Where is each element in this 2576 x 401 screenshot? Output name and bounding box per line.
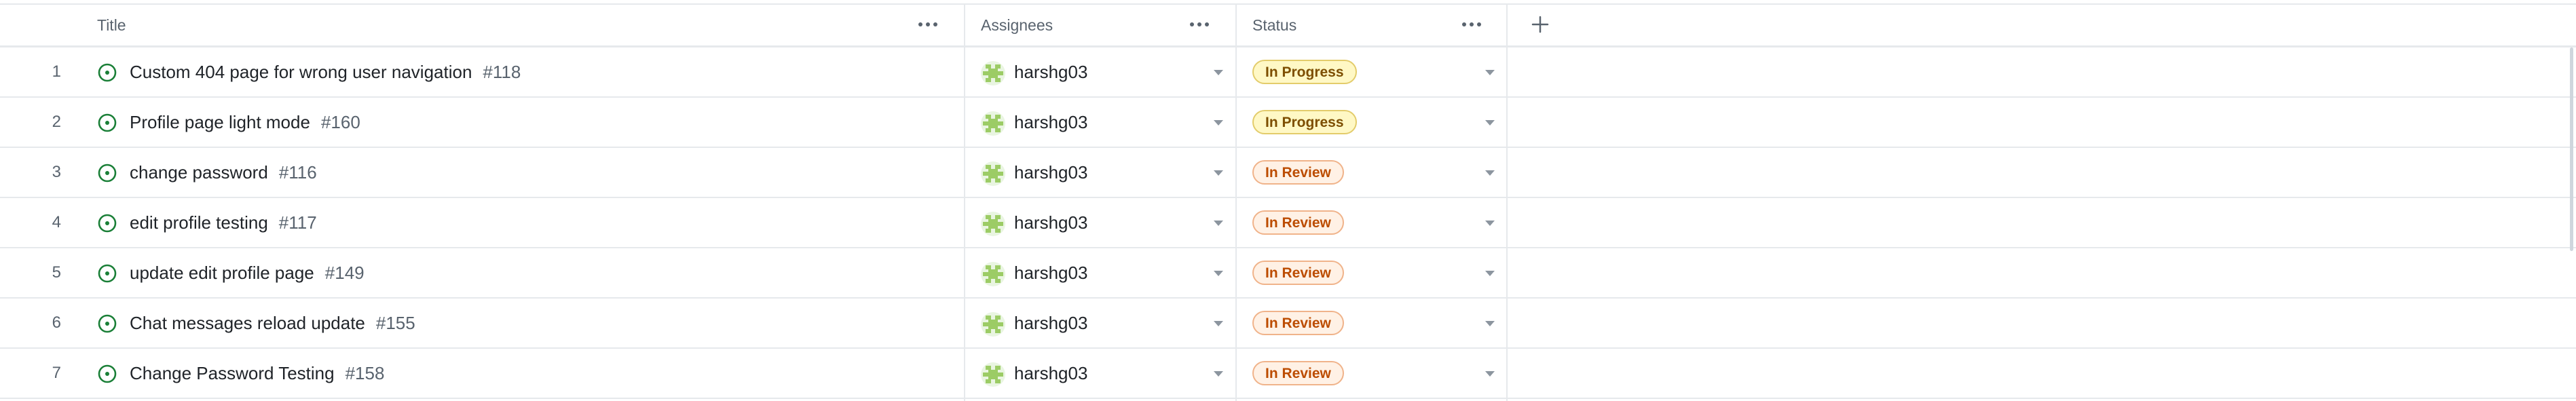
open-issue-icon [98, 314, 117, 333]
issue-title-link[interactable]: Profile page light mode [130, 112, 310, 132]
avatar [981, 362, 1005, 387]
issue-title-cell: edit profile testing #117 [130, 198, 317, 247]
vertical-scrollbar[interactable] [2570, 47, 2573, 251]
status-badge[interactable]: In Progress [1252, 110, 1357, 134]
row-number: 3 [52, 163, 61, 181]
avatar [981, 61, 1005, 85]
table-row[interactable]: 5 update edit profile page #149 harshg03 … [0, 248, 2576, 299]
open-issue-icon [98, 364, 117, 383]
column-header-title[interactable]: Title [97, 5, 912, 45]
open-issue-icon [98, 164, 117, 183]
status-badge[interactable]: In Review [1252, 311, 1344, 335]
issue-number: #158 [345, 363, 385, 383]
open-issue-icon [98, 214, 117, 233]
column-title-label: Title [97, 16, 126, 34]
assignee-name[interactable]: harshg03 [1014, 349, 1087, 398]
avatar [981, 111, 1005, 136]
chevron-down-icon[interactable] [1214, 371, 1223, 377]
issue-title-link[interactable]: update edit profile page [130, 263, 314, 283]
assignee-name[interactable]: harshg03 [1014, 148, 1087, 197]
status-badge[interactable]: In Review [1252, 261, 1344, 285]
avatar [981, 262, 1005, 286]
open-issue-icon [98, 264, 117, 283]
chevron-down-icon[interactable] [1485, 170, 1495, 176]
issue-number: #155 [375, 313, 415, 333]
row-number: 5 [52, 263, 61, 282]
issue-number: #149 [324, 263, 365, 283]
issue-title-link[interactable]: Change Password Testing [130, 363, 335, 383]
issue-title-cell: Custom 404 page for wrong user navigatio… [130, 47, 521, 96]
table-row[interactable]: 7 Change Password Testing #158 harshg03 I… [0, 349, 2576, 399]
column-header-assignees[interactable]: Assignees [981, 5, 1184, 45]
assignee-name[interactable]: harshg03 [1014, 98, 1087, 147]
column-status-label: Status [1252, 16, 1297, 34]
row-number: 4 [52, 213, 61, 231]
issue-number: #118 [483, 62, 521, 82]
add-field-plus-icon[interactable] [1530, 14, 1550, 35]
chevron-down-icon[interactable] [1214, 321, 1223, 326]
project-table: Title Assignees Status 1 Custom 404 page… [0, 0, 2576, 401]
chevron-down-icon[interactable] [1214, 120, 1223, 126]
table-row[interactable]: 1 Custom 404 page for wrong user navigat… [0, 47, 2576, 98]
issue-title-cell: Change Password Testing #158 [130, 349, 384, 398]
status-column-menu-icon[interactable] [1458, 14, 1485, 35]
issue-title-link[interactable]: Chat messages reload update [130, 313, 365, 333]
assignees-column-menu-icon[interactable] [1186, 14, 1213, 35]
column-assignees-label: Assignees [981, 16, 1053, 34]
column-header-status[interactable]: Status [1252, 5, 1456, 45]
issue-title-cell: Chat messages reload update #155 [130, 299, 415, 347]
open-issue-icon [98, 63, 117, 82]
chevron-down-icon[interactable] [1485, 271, 1495, 276]
status-badge[interactable]: In Review [1252, 160, 1344, 185]
assignee-name[interactable]: harshg03 [1014, 198, 1087, 247]
status-badge[interactable]: In Review [1252, 210, 1344, 235]
chevron-down-icon[interactable] [1485, 371, 1495, 377]
row-number: 7 [52, 364, 61, 382]
chevron-down-icon[interactable] [1214, 70, 1223, 75]
chevron-down-icon[interactable] [1485, 321, 1495, 326]
issue-number: #160 [320, 112, 360, 132]
chevron-down-icon[interactable] [1485, 70, 1495, 75]
table-row[interactable]: 2 Profile page light mode #160 harshg03 I… [0, 98, 2576, 148]
issue-title-cell: Profile page light mode #160 [130, 98, 360, 147]
issue-title-cell: update edit profile page #149 [130, 248, 365, 297]
avatar [981, 312, 1005, 337]
title-column-menu-icon[interactable] [914, 14, 941, 35]
assignee-name[interactable]: harshg03 [1014, 299, 1087, 347]
chevron-down-icon[interactable] [1485, 221, 1495, 226]
open-issue-icon [98, 113, 117, 132]
chevron-down-icon[interactable] [1485, 120, 1495, 126]
table-row[interactable]: 6 Chat messages reload update #155 harshg… [0, 299, 2576, 349]
chevron-down-icon[interactable] [1214, 170, 1223, 176]
status-badge[interactable]: In Progress [1252, 60, 1357, 84]
table-row[interactable]: 4 edit profile testing #117 harshg03 In R… [0, 198, 2576, 248]
issue-number: #117 [278, 212, 317, 233]
table-header: Title Assignees Status [0, 3, 2576, 47]
assignee-name[interactable]: harshg03 [1014, 47, 1087, 96]
issue-title-link[interactable]: edit profile testing [130, 212, 268, 233]
issue-title-cell: change password #116 [130, 148, 317, 197]
issue-title-link[interactable]: Custom 404 page for wrong user navigatio… [130, 62, 472, 82]
assignee-name[interactable]: harshg03 [1014, 248, 1087, 297]
chevron-down-icon[interactable] [1214, 221, 1223, 226]
table-row[interactable]: 3 change password #116 harshg03 In Review [0, 148, 2576, 198]
chevron-down-icon[interactable] [1214, 271, 1223, 276]
row-number: 2 [52, 113, 61, 131]
status-badge[interactable]: In Review [1252, 361, 1344, 385]
row-number: 1 [52, 62, 61, 81]
avatar [981, 212, 1005, 236]
avatar [981, 161, 1005, 186]
issue-number: #116 [278, 162, 317, 183]
row-number: 6 [52, 313, 61, 332]
issue-title-link[interactable]: change password [130, 162, 268, 183]
